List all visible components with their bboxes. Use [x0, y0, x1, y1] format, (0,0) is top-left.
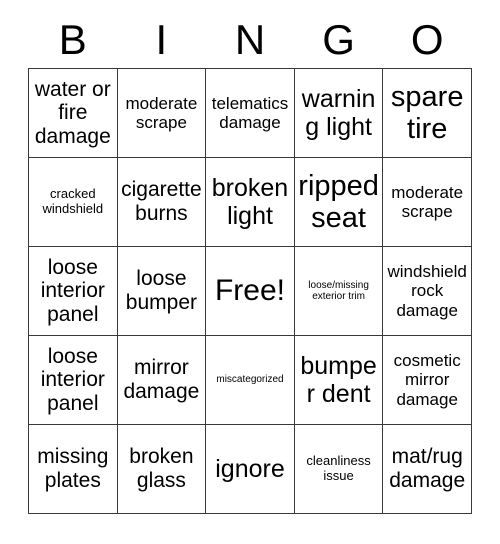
bingo-cell-label: windshield rock damage [387, 262, 467, 320]
bingo-free-space[interactable]: Free! [205, 246, 295, 336]
bingo-header-letter-o: O [410, 16, 444, 63]
bingo-card: B I N G O water or fire damage moderate … [0, 0, 500, 544]
bingo-cell[interactable]: loose interior panel [28, 335, 118, 425]
bingo-cell-label: loose interior panel [40, 255, 105, 326]
bingo-header-letter-g: G [322, 16, 355, 63]
bingo-cell-label: mat/rug damage [389, 445, 466, 492]
bingo-cell-label: telematics damage [211, 93, 289, 132]
bingo-cell[interactable]: missing plates [28, 424, 118, 514]
bingo-cell[interactable]: loose interior panel [28, 246, 118, 336]
bingo-cell[interactable]: broken light [205, 157, 295, 247]
bingo-header-letter-i: I [155, 16, 168, 63]
bingo-cell-label: spare tire [390, 80, 464, 145]
bingo-cell[interactable]: ignore [205, 424, 295, 514]
bingo-cell[interactable]: miscategorized [205, 335, 295, 425]
bingo-header-letter-b: B [58, 16, 87, 63]
bingo-row: missing plates broken glass ignore clean… [28, 424, 472, 514]
bingo-row: cracked windshield cigarette burns broke… [28, 157, 472, 247]
bingo-header-letter-n: N [234, 16, 266, 63]
bingo-row: loose interior panel loose bumper Free! … [28, 246, 472, 336]
bingo-cell[interactable]: mirror damage [116, 335, 207, 425]
bingo-cell-label: ignore [215, 455, 285, 483]
bingo-cell-label: water or fire damage [34, 77, 111, 148]
bingo-header: B I N G O [29, 0, 472, 64]
bingo-row: water or fire damage moderate scrape tel… [28, 68, 472, 158]
bingo-free-space-label: Free! [214, 274, 286, 308]
bingo-cell-label: missing plates [37, 445, 109, 492]
bingo-cell[interactable]: loose bumper [116, 246, 207, 336]
bingo-cell[interactable]: windshield rock damage [382, 246, 472, 336]
bingo-cell-label: miscategorized [216, 374, 284, 386]
bingo-cell-label: cracked windshield [42, 186, 104, 216]
bingo-cell-label: ripped seat [298, 169, 379, 234]
bingo-cell[interactable]: ripped seat [293, 157, 384, 247]
bingo-cell[interactable]: loose/missing exterior trim [293, 246, 384, 336]
bingo-cell[interactable]: telematics damage [205, 68, 295, 158]
bingo-cell[interactable]: bumper dent [293, 335, 384, 425]
bingo-cell-label: bumper dent [300, 352, 377, 408]
bingo-cell[interactable]: mat/rug damage [382, 424, 472, 514]
bingo-cell-label: cigarette burns [121, 178, 202, 225]
bingo-cell-label: cosmetic mirror damage [393, 351, 461, 409]
bingo-cell-label: loose/missing exterior trim [308, 279, 369, 302]
bingo-cell-label: mirror damage [123, 356, 200, 403]
bingo-cell[interactable]: broken glass [116, 424, 207, 514]
bingo-cell-label: loose bumper [125, 267, 197, 314]
bingo-cell[interactable]: warning light [293, 68, 384, 158]
bingo-cell[interactable]: cracked windshield [28, 157, 118, 247]
bingo-cell-label: moderate scrape [391, 182, 464, 221]
bingo-cell[interactable]: cigarette burns [116, 157, 207, 247]
bingo-grid: water or fire damage moderate scrape tel… [28, 68, 472, 514]
bingo-cell-label: warning light [301, 85, 376, 141]
bingo-cell[interactable]: cosmetic mirror damage [382, 335, 472, 425]
bingo-cell[interactable]: water or fire damage [28, 68, 118, 158]
bingo-cell-label: cleanliness issue [306, 453, 371, 483]
bingo-cell-label: loose interior panel [40, 344, 105, 415]
bingo-cell-label: broken light [211, 174, 289, 230]
bingo-row: loose interior panel mirror damage misca… [28, 335, 472, 425]
bingo-cell[interactable]: spare tire [382, 68, 472, 158]
bingo-cell[interactable]: moderate scrape [382, 157, 472, 247]
bingo-cell[interactable]: moderate scrape [116, 68, 207, 158]
bingo-cell-label: broken glass [129, 445, 194, 492]
bingo-cell[interactable]: cleanliness issue [293, 424, 384, 514]
bingo-cell-label: moderate scrape [125, 93, 198, 132]
